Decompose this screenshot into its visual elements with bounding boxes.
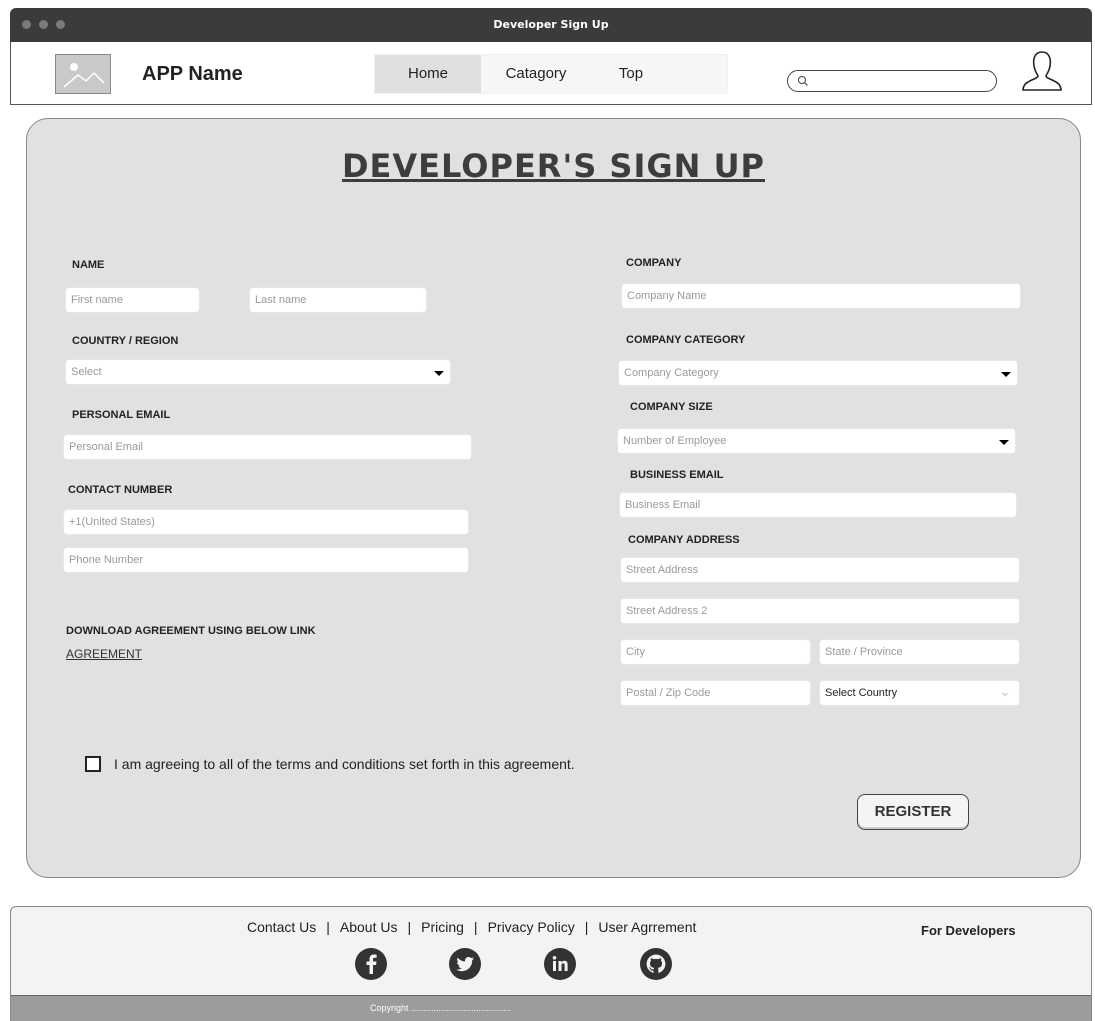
company-category-label: COMPANY CATEGORY bbox=[626, 334, 746, 346]
dropdown-arrow-icon bbox=[999, 440, 1009, 445]
search-icon bbox=[798, 76, 808, 86]
company-size-value: Number of Employee bbox=[623, 435, 727, 447]
download-agreement-label: DOWNLOAD AGREEMENT USING BELOW LINK bbox=[66, 625, 316, 637]
app-name[interactable]: APP Name bbox=[142, 63, 243, 86]
window-title: Developer Sign Up bbox=[493, 18, 609, 31]
name-label: NAME bbox=[72, 259, 105, 271]
dropdown-arrow-icon bbox=[434, 371, 444, 376]
personal-email-input[interactable]: Personal Email bbox=[63, 434, 472, 460]
footer-link-privacy[interactable]: Privacy Policy bbox=[488, 919, 575, 935]
footer: Contact Us | About Us | Pricing | Privac… bbox=[10, 906, 1092, 1021]
company-size-label: COMPANY SIZE bbox=[630, 401, 713, 413]
city-input[interactable]: City bbox=[620, 639, 811, 665]
footer-separator: | bbox=[584, 919, 589, 935]
register-button[interactable]: REGISTER bbox=[857, 794, 969, 830]
footer-link-about[interactable]: About Us bbox=[340, 919, 398, 935]
street-address-input[interactable]: Street Address bbox=[620, 557, 1020, 583]
copyright-bar: Copyright ..............................… bbox=[11, 995, 1091, 1021]
company-category-value: Company Category bbox=[624, 367, 719, 379]
street-address-2-input[interactable]: Street Address 2 bbox=[620, 598, 1020, 624]
footer-link-pricing[interactable]: Pricing bbox=[421, 919, 464, 935]
dropdown-arrow-icon bbox=[1001, 372, 1011, 377]
copyright-text: Copyright ..............................… bbox=[370, 1003, 512, 1013]
company-name-input[interactable]: Company Name bbox=[621, 283, 1021, 309]
select-country-dropdown[interactable]: Select Country bbox=[819, 680, 1020, 706]
signup-form-panel: DEVELOPER'S SIGN UP NAME First name Last… bbox=[26, 118, 1081, 878]
page-title: DEVELOPER'S SIGN UP bbox=[341, 147, 765, 185]
linkedin-icon[interactable] bbox=[543, 947, 577, 981]
twitter-icon[interactable] bbox=[448, 947, 482, 981]
business-email-input[interactable]: Business Email bbox=[619, 492, 1017, 518]
company-size-select[interactable]: Number of Employee bbox=[617, 428, 1016, 454]
footer-separator: | bbox=[473, 919, 478, 935]
footer-separator: | bbox=[326, 919, 330, 935]
search-input[interactable] bbox=[787, 70, 997, 92]
footer-separator: | bbox=[407, 919, 412, 935]
window-titlebar: Developer Sign Up bbox=[10, 8, 1092, 42]
footer-link-user-agreement[interactable]: User Agrrement bbox=[598, 919, 696, 935]
country-region-value: Select bbox=[71, 366, 102, 378]
country-region-select[interactable]: Select bbox=[65, 359, 451, 385]
user-icon[interactable] bbox=[1019, 48, 1065, 94]
country-region-label: COUNTRY / REGION bbox=[72, 335, 179, 347]
footer-links: Contact Us | About Us | Pricing | Privac… bbox=[247, 919, 696, 935]
image-placeholder-icon[interactable] bbox=[55, 54, 111, 94]
first-name-input[interactable]: First name bbox=[65, 287, 200, 313]
chevron-down-icon bbox=[1001, 693, 1009, 697]
personal-email-label: PERSONAL EMAIL bbox=[72, 409, 171, 421]
state-province-input[interactable]: State / Province bbox=[819, 639, 1020, 665]
company-address-label: COMPANY ADDRESS bbox=[628, 534, 740, 546]
footer-link-contact[interactable]: Contact Us bbox=[247, 919, 316, 935]
terms-checkbox[interactable] bbox=[85, 756, 101, 772]
contact-number-label: CONTACT NUMBER bbox=[68, 484, 173, 496]
company-label: COMPANY bbox=[626, 257, 682, 269]
agreement-link[interactable]: AGREEMENT bbox=[66, 647, 142, 661]
terms-text: I am agreeing to all of the terms and co… bbox=[114, 756, 575, 772]
nav-top[interactable]: Top bbox=[603, 55, 659, 93]
business-email-label: BUSINESS EMAIL bbox=[630, 469, 724, 481]
nav-category[interactable]: Catagory bbox=[491, 55, 581, 93]
github-icon[interactable] bbox=[639, 947, 673, 981]
last-name-input[interactable]: Last name bbox=[249, 287, 427, 313]
postal-code-input[interactable]: Postal / Zip Code bbox=[620, 680, 811, 706]
country-code-input[interactable]: +1(United States) bbox=[63, 509, 469, 535]
select-country-value: Select Country bbox=[825, 687, 898, 699]
main-nav: Home Catagory Top bbox=[374, 54, 728, 94]
app-header: APP Name Home Catagory Top bbox=[10, 42, 1092, 105]
facebook-icon[interactable] bbox=[354, 947, 388, 981]
phone-number-input[interactable]: Phone Number bbox=[63, 547, 469, 573]
nav-home[interactable]: Home bbox=[375, 55, 481, 93]
company-category-select[interactable]: Company Category bbox=[618, 360, 1018, 386]
for-developers-link[interactable]: For Developers bbox=[921, 923, 1016, 938]
